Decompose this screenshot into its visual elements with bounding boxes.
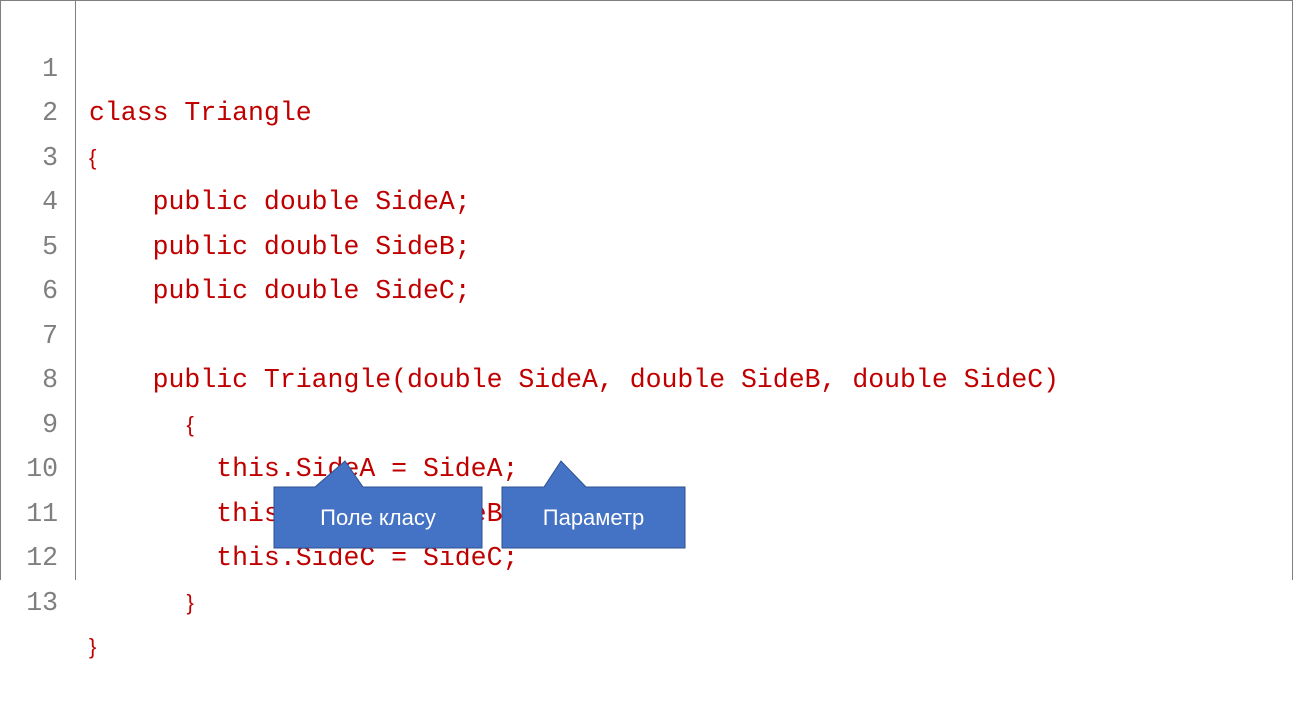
- code-line: 11 this.SideC = SideC;: [0, 447, 1293, 574]
- code-line: 2 {: [0, 47, 1293, 170]
- code-line: 6: [0, 225, 1293, 306]
- code-line: 5 public double SideC;: [0, 180, 1293, 307]
- code-line: 1 class Triangle: [0, 2, 1293, 129]
- line-number: 13: [26, 587, 58, 618]
- code-line: 4 public double SideB;: [0, 136, 1293, 262]
- line-text: }: [89, 634, 97, 659]
- field-callout: Поле класу: [274, 487, 482, 548]
- code-line: 8 {: [0, 314, 1293, 437]
- code-line: 3 public double SideA;: [0, 91, 1293, 218]
- line-text: }: [162, 589, 194, 615]
- parameter-callout-label: Параметр: [542, 504, 645, 530]
- parameter-callout: Параметр: [502, 487, 685, 548]
- code-line: 9 this.SideA = SideA;: [0, 358, 1293, 485]
- field-callout-label: Поле класу: [320, 504, 436, 530]
- code-line: 10 this.SideB = SideB;: [0, 403, 1293, 529]
- code-line: 7 public Triangle(double SideA, double S…: [0, 269, 1293, 396]
